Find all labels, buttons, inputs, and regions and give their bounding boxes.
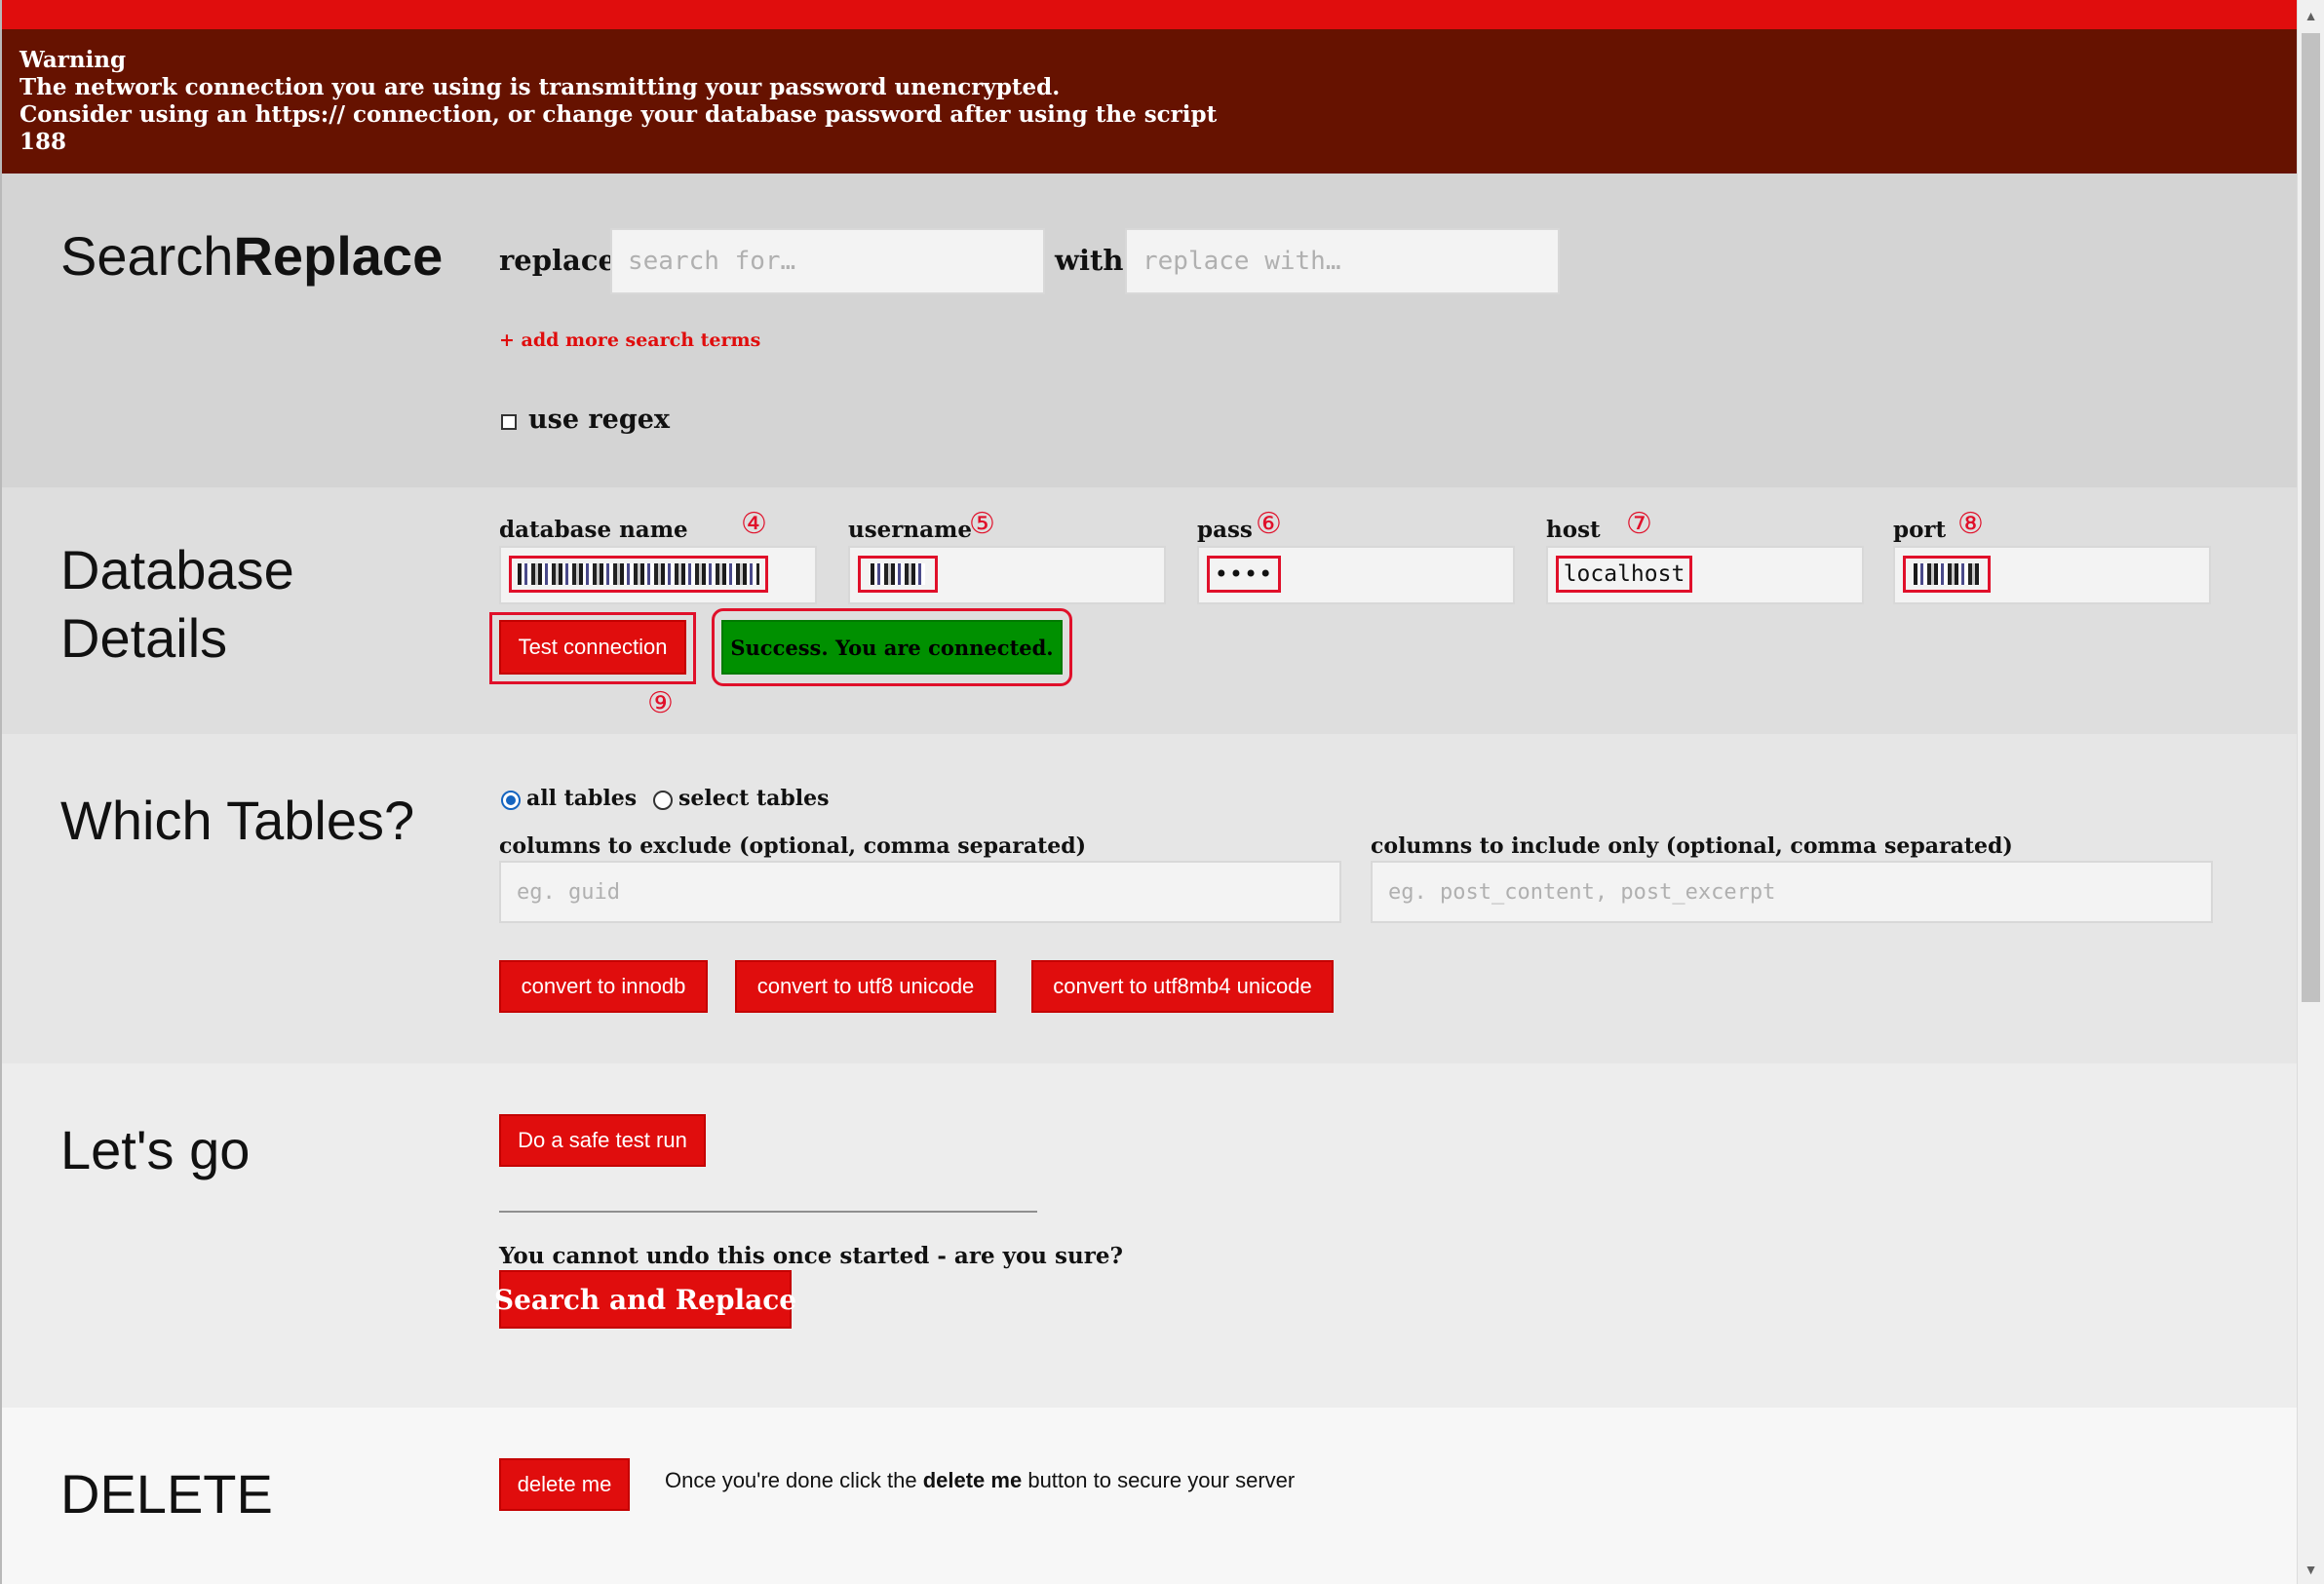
search-input[interactable] [610,228,1045,294]
redacted-value [518,563,759,585]
port-label: port [1893,517,1947,543]
use-regex-checkbox[interactable] [501,414,517,430]
include-columns-input[interactable] [1371,861,2213,923]
warning-code: 188 [19,129,67,155]
exclude-columns-input[interactable] [499,861,1341,923]
delete-title: DELETE [60,1463,273,1525]
top-accent-bar [2,0,2297,29]
search-and-replace-button[interactable]: Search and Replace [494,1270,796,1329]
delete-note: Once you're done click the delete me but… [665,1468,1296,1492]
convert-utf8-button[interactable]: convert to utf8 unicode [735,960,996,1013]
database-details-section: Database Details database name ④ usernam… [2,487,2297,734]
host-field[interactable]: localhost [1546,546,1864,604]
select-tables-radio[interactable] [653,791,673,810]
annotation-marker-5: ⑤ [969,507,995,541]
redacted-value [1914,563,1980,585]
port-field[interactable] [1893,546,2211,604]
safe-test-run-button[interactable]: Do a safe test run [499,1114,706,1167]
database-title-line1: Database [60,539,294,600]
scroll-down-arrow-icon[interactable]: ▼ [2298,1556,2324,1582]
exclude-columns-label: columns to exclude (optional, comma sepa… [499,833,1087,859]
annotation-box [1903,556,1991,593]
scroll-thumb[interactable] [2302,33,2320,1002]
annotation-marker-6: ⑥ [1256,507,1282,541]
use-regex-label: use regex [528,405,670,435]
annotation-marker-9: ⑨ [647,686,674,720]
all-tables-label: all tables [526,786,638,811]
warning-banner: Warning The network connection you are u… [2,29,2297,174]
annotation-marker-8: ⑧ [1957,507,1984,541]
search-replace-section: SearchReplace replace with + add more se… [2,174,2297,487]
annotation-marker-4: ④ [741,507,767,541]
password-dots: •••• [1214,560,1274,588]
replace-input[interactable] [1125,228,1560,294]
annotation-box [858,556,938,593]
warning-advice: Consider using an https:// connection, o… [19,101,1218,128]
lets-go-title: Let's go [60,1119,251,1180]
confirm-warning-text: You cannot undo this once started - are … [499,1243,1123,1269]
delete-me-button[interactable]: delete me [499,1458,630,1511]
warning-title: Warning [19,47,127,73]
vertical-scrollbar[interactable]: ▲ ▼ [2297,0,2324,1584]
connection-status-message: Success. You are connected. [721,620,1063,675]
convert-utf8mb4-button[interactable]: convert to utf8mb4 unicode [1031,960,1334,1013]
which-tables-section: Which Tables? all tables select tables c… [2,734,2297,1063]
warning-message: The network connection you are using is … [19,74,1061,100]
include-columns-label: columns to include only (optional, comma… [1371,833,2013,859]
replace-label: replace [499,244,616,277]
annotation-box [509,556,768,593]
scroll-up-arrow-icon[interactable]: ▲ [2298,2,2324,28]
add-more-terms-link[interactable]: + add more search terms [499,329,760,351]
all-tables-radio[interactable] [501,791,521,810]
which-tables-title: Which Tables? [60,790,415,851]
annotation-box: localhost [1556,556,1692,593]
browser-viewport: Warning The network connection you are u… [0,0,2297,1584]
select-tables-label: select tables [678,786,830,811]
lets-go-section: Let's go Do a safe test run You cannot u… [2,1063,2297,1408]
page-title: SearchReplace [60,225,444,287]
test-connection-button[interactable]: Test connection [499,620,686,675]
username-label: username [848,517,973,543]
password-field[interactable]: •••• [1197,546,1515,604]
database-name-field[interactable] [499,546,817,604]
annotation-marker-7: ⑦ [1626,507,1652,541]
delete-section: DELETE delete me Once you're done click … [2,1408,2297,1584]
with-label: with [1055,244,1124,277]
database-name-label: database name [499,517,688,543]
username-field[interactable] [848,546,1166,604]
pass-label: pass [1197,517,1253,543]
redacted-value [871,563,925,585]
divider [499,1211,1037,1213]
host-value: localhost [1563,561,1685,587]
database-title-line2: Details [60,607,228,669]
host-label: host [1546,517,1601,543]
annotation-box: •••• [1207,556,1281,593]
convert-innodb-button[interactable]: convert to innodb [499,960,708,1013]
